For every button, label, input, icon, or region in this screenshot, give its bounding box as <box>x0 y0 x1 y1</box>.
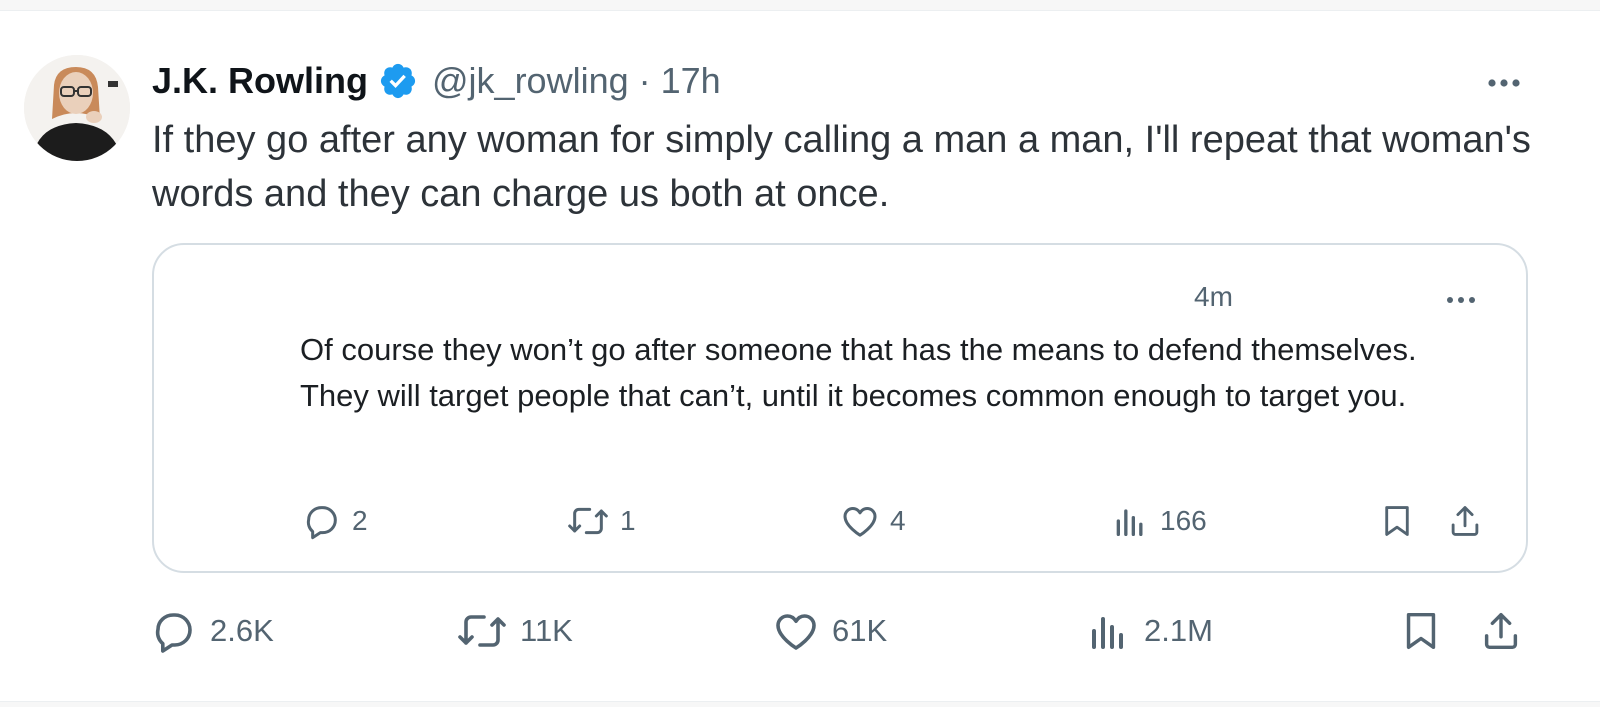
more-options-icon[interactable] <box>1474 63 1534 103</box>
quote-views-button[interactable]: 166 <box>1110 497 1207 545</box>
author-handle[interactable]: @jk_rowling <box>432 60 629 102</box>
quote-bookmark-button[interactable] <box>1378 497 1416 545</box>
separator-dot: · <box>638 60 651 101</box>
views-button[interactable]: 2.1M <box>1084 607 1213 655</box>
quote-view-count: 166 <box>1160 505 1207 536</box>
tweet-card[interactable]: J.K. Rowling @jk_rowling · 17h If they g… <box>0 10 1600 702</box>
repost-icon <box>568 507 608 535</box>
quote-reply-count: 2 <box>352 505 368 536</box>
bookmark-icon <box>1385 506 1409 536</box>
like-button[interactable]: 61K <box>772 607 887 655</box>
post-time[interactable]: 17h <box>661 60 721 102</box>
bookmark-icon <box>1406 612 1436 650</box>
more-options-icon[interactable] <box>1436 285 1486 315</box>
quote-text: Of course they won’t go after someone th… <box>300 332 1417 413</box>
quote-time[interactable]: 4m <box>1194 281 1233 313</box>
reply-icon <box>306 506 337 540</box>
reply-icon <box>155 613 192 653</box>
view-count: 2.1M <box>1144 613 1213 648</box>
quote-repost-button[interactable]: 1 <box>566 497 636 545</box>
quote-action-bar: 2 1 4 166 <box>154 497 1530 545</box>
tweet-text: If they go after any woman for simply ca… <box>152 119 1531 215</box>
quote-share-button[interactable] <box>1446 497 1484 545</box>
quote-like-count: 4 <box>890 505 906 536</box>
tweet-header: J.K. Rowling @jk_rowling · 17h <box>152 57 721 105</box>
views-icon <box>1116 509 1143 536</box>
like-icon <box>843 507 877 537</box>
reply-count: 2.6K <box>210 613 274 648</box>
quoted-tweet[interactable]: 4m Of course they won’t go after someone… <box>152 243 1528 573</box>
verified-badge-icon <box>378 61 418 101</box>
like-icon <box>776 614 816 650</box>
author-name[interactable]: J.K. Rowling <box>152 60 368 102</box>
repost-button[interactable]: 11K <box>456 607 573 655</box>
quote-reply-button[interactable]: 2 <box>302 497 368 545</box>
repost-icon <box>458 615 506 647</box>
tweet-action-bar: 2.6K 11K 61K 2.1M <box>0 607 1600 655</box>
views-icon <box>1092 617 1123 649</box>
reply-button[interactable]: 2.6K <box>150 607 274 655</box>
author-avatar[interactable] <box>24 55 130 161</box>
repost-count: 11K <box>520 613 573 648</box>
quote-like-button[interactable]: 4 <box>840 497 906 545</box>
share-icon <box>1484 612 1518 650</box>
bookmark-button[interactable] <box>1398 607 1444 655</box>
share-button[interactable] <box>1478 607 1524 655</box>
quote-repost-count: 1 <box>620 505 636 536</box>
avatar-image <box>24 55 130 161</box>
share-icon <box>1451 506 1479 536</box>
like-count: 61K <box>832 613 888 648</box>
